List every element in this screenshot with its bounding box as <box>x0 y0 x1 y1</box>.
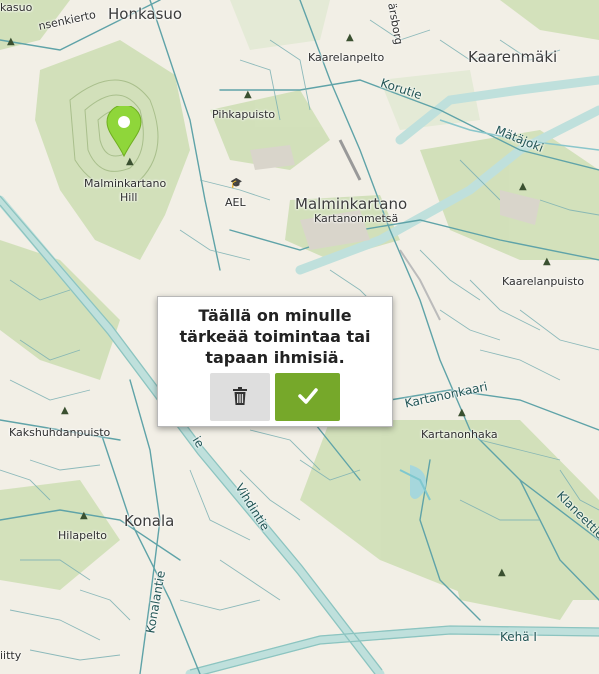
tree-icon: ▲ <box>498 567 506 578</box>
tree-icon: ▲ <box>458 407 466 418</box>
tree-icon: ▲ <box>519 181 527 192</box>
place-label: Malminkartano <box>295 195 408 213</box>
place-label: Kaarenmäki <box>468 48 558 66</box>
school-icon: 🎓 <box>230 178 243 189</box>
place-label: Konala <box>124 512 175 530</box>
confirm-button[interactable] <box>275 373 340 421</box>
tree-icon: ▲ <box>80 510 88 521</box>
marker-popup: Täällä on minulle tärkeää toimintaa tai … <box>157 296 393 427</box>
check-icon <box>297 387 318 407</box>
place-label: Honkasuo <box>108 5 183 23</box>
place-label: iitty <box>0 649 22 662</box>
place-label: Hill <box>120 191 138 204</box>
place-label: Kartanonhaka <box>421 428 498 441</box>
place-label: Malminkartano <box>84 177 167 190</box>
tree-icon: ▲ <box>543 256 551 267</box>
place-label: Kaarelanpelto <box>308 51 385 64</box>
place-label: Kaarelanpuisto <box>502 275 585 288</box>
tree-icon: ▲ <box>61 405 69 416</box>
tree-icon: ▲ <box>126 156 134 167</box>
road-label: Kehä I <box>500 630 537 644</box>
tree-icon: ▲ <box>346 32 354 43</box>
trash-icon <box>233 386 247 408</box>
place-label: AEL <box>225 196 246 209</box>
delete-button[interactable] <box>210 373 270 421</box>
map-pin-icon[interactable] <box>106 104 142 158</box>
place-label: kasuo <box>0 1 33 14</box>
place-label: Pihkapuisto <box>212 108 276 121</box>
tree-icon: ▲ <box>244 89 252 100</box>
place-label: Kartanonmetsä <box>314 212 399 225</box>
place-label: Kakshuhdanpuisto <box>9 426 111 439</box>
place-label: Hilapelto <box>58 529 107 542</box>
popup-text: Täällä on minulle tärkeää toimintaa tai … <box>179 306 371 367</box>
tree-icon: ▲ <box>7 36 15 47</box>
